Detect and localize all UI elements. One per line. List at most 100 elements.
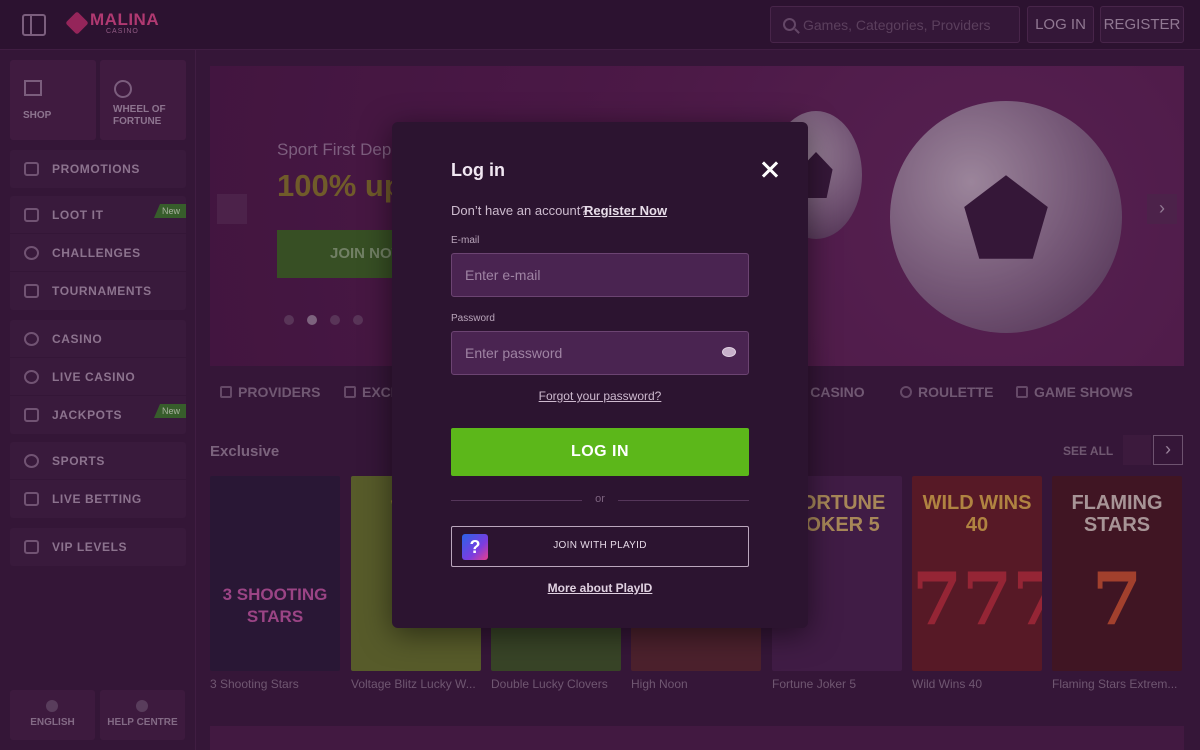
help-centre-button[interactable]: HELP CENTRE — [100, 690, 185, 740]
sidebar-item-challenges[interactable]: CHALLENGES — [10, 234, 186, 272]
game-card[interactable]: WILD WINS 40 777 Wild Wins 40 — [912, 476, 1042, 691]
category-label: PROVIDERS — [238, 384, 321, 400]
language-label: ENGLISH — [30, 717, 75, 728]
game-name: Wild Wins 40 — [912, 677, 983, 691]
help-centre-label: HELP CENTRE — [107, 717, 178, 728]
password-input[interactable] — [452, 332, 748, 374]
sidebar-item-label: LOOT IT — [52, 208, 104, 222]
next-section-banner — [210, 726, 1184, 750]
logo-mark — [65, 11, 89, 35]
sidebar-tile-shop[interactable]: SHOP — [10, 60, 96, 140]
banner-join-button[interactable]: JOIN NOW — [277, 230, 407, 278]
password-label: Password — [451, 313, 495, 324]
game-art-text: WILD WINS 40 — [922, 492, 1032, 536]
sidebar-item-casino[interactable]: CASINO — [10, 320, 186, 358]
sidebar-item-promotions[interactable]: PROMOTIONS — [10, 150, 186, 188]
sidebar-item-label: CASINO — [52, 332, 103, 346]
help-icon — [136, 700, 148, 712]
sidebar: SHOP WHEEL OF FORTUNE PROMOTIONS LOOT IT… — [0, 50, 196, 750]
sidebar-group-engagement: LOOT IT New CHALLENGES TOURNAMENTS — [10, 196, 186, 310]
sidebar-item-label: PROMOTIONS — [52, 162, 141, 176]
sidebar-item-vip-levels[interactable]: VIP LEVELS — [10, 528, 186, 566]
game-name: Fortune Joker 5 — [772, 677, 857, 691]
roulette-icon — [900, 386, 912, 398]
sidebar-item-tournaments[interactable]: TOURNAMENTS — [10, 272, 186, 310]
language-selector[interactable]: ENGLISH — [10, 690, 95, 740]
category-label: ROULETTE — [918, 384, 994, 400]
register-now-link[interactable]: Register Now — [584, 203, 667, 218]
no-account-text: Don’t have an account? — [451, 203, 588, 218]
game-art-text: 3 SHOOTING STARS — [222, 585, 328, 626]
sidebar-tile-wheel-of-fortune[interactable]: WHEEL OF FORTUNE — [100, 60, 186, 140]
sidebar-item-live-casino[interactable]: LIVE CASINO — [10, 358, 186, 396]
new-badge: New — [153, 204, 186, 218]
live-icon — [24, 370, 39, 384]
live-betting-icon — [24, 492, 39, 506]
logo[interactable]: MALINA CASINO — [65, 8, 159, 40]
sidebar-item-label: CHALLENGES — [52, 246, 141, 260]
sidebar-group-sports: SPORTS LIVE BETTING — [10, 442, 186, 518]
see-all-link[interactable]: SEE ALL — [1063, 444, 1113, 458]
show-password-icon[interactable] — [722, 347, 736, 357]
loot-icon — [24, 208, 39, 222]
more-about-playid-link[interactable]: More about PlayID — [392, 581, 808, 595]
new-badge: New — [153, 404, 186, 418]
sidebar-item-sports[interactable]: SPORTS — [10, 442, 186, 480]
ball-icon — [24, 454, 39, 468]
sidebar-group-vip: VIP LEVELS — [10, 528, 186, 566]
gift-icon — [24, 162, 39, 176]
sidebar-tile-label: SHOP — [23, 110, 52, 121]
header-register-button[interactable]: REGISTER — [1100, 6, 1184, 43]
pagination-dot[interactable] — [284, 315, 294, 325]
game-card[interactable]: 3 SHOOTING STARS 3 Shooting Stars — [210, 476, 340, 691]
cherries-icon — [24, 332, 39, 346]
password-field[interactable] — [451, 331, 749, 375]
game-name: Flaming Stars Extrem... — [1052, 677, 1178, 691]
header-login-button[interactable]: LOG IN — [1027, 6, 1094, 43]
banner-next-arrow[interactable]: › — [1147, 194, 1177, 224]
email-input[interactable] — [452, 254, 748, 296]
logo-subtext: CASINO — [106, 28, 139, 35]
banner-subtitle: Sport First Dep — [277, 140, 392, 159]
sidebar-item-live-betting[interactable]: LIVE BETTING — [10, 480, 186, 518]
sidebar-item-loot-it[interactable]: LOOT IT New — [10, 196, 186, 234]
sidebar-group-promotions: PROMOTIONS — [10, 150, 186, 188]
playid-button-label: JOIN WITH PLAYID — [553, 540, 647, 551]
category-providers[interactable]: PROVIDERS — [220, 384, 320, 400]
sidebar-toggle-icon[interactable] — [22, 14, 46, 36]
forgot-password-link[interactable]: Forgot your password? — [539, 389, 662, 403]
banner-prev-arrow[interactable] — [217, 194, 247, 224]
sidebar-item-label: LIVE BETTING — [52, 492, 142, 506]
sidebar-item-label: TOURNAMENTS — [52, 284, 152, 298]
sidebar-item-jackpots[interactable]: JACKPOTS New — [10, 396, 186, 434]
pagination-dot[interactable] — [307, 315, 317, 325]
game-art-text: FLAMING STARS — [1071, 492, 1163, 536]
game-art-seven: 7 — [1091, 556, 1143, 641]
login-button[interactable]: LOG IN — [451, 428, 749, 476]
diamond-icon — [24, 540, 39, 554]
email-field[interactable] — [451, 253, 749, 297]
game-name: High Noon — [631, 677, 688, 691]
category-roulette[interactable]: ROULETTE — [900, 384, 993, 400]
pagination-dot[interactable] — [353, 315, 363, 325]
close-icon[interactable] — [758, 158, 782, 182]
game-card[interactable]: FLAMING STARS 7 Flaming Stars Extrem... — [1052, 476, 1182, 691]
sidebar-item-label: JACKPOTS — [52, 408, 123, 422]
carousel-next-button[interactable]: › — [1153, 435, 1183, 465]
carousel-prev-button[interactable] — [1123, 435, 1151, 465]
shop-icon — [24, 80, 42, 96]
search-box[interactable] — [770, 6, 1020, 43]
game-thumbnail: 3 SHOOTING STARS — [210, 476, 340, 671]
game-art-seven: 777 — [912, 556, 1042, 641]
jackpot-icon — [24, 408, 39, 422]
modal-title: Log in — [451, 160, 505, 180]
pagination-dot[interactable] — [330, 315, 340, 325]
login-modal: Log in Don’t have an account? Register N… — [392, 122, 808, 628]
category-game-shows[interactable]: GAME SHOWS — [1016, 384, 1133, 400]
flag-icon — [46, 700, 58, 712]
search-input[interactable] — [803, 7, 1017, 42]
join-with-playid-button[interactable]: ? JOIN WITH PLAYID — [451, 526, 749, 567]
game-name: 3 Shooting Stars — [210, 677, 299, 691]
game-name: Double Lucky Clovers — [491, 677, 608, 691]
category-label: GAME SHOWS — [1034, 384, 1133, 400]
